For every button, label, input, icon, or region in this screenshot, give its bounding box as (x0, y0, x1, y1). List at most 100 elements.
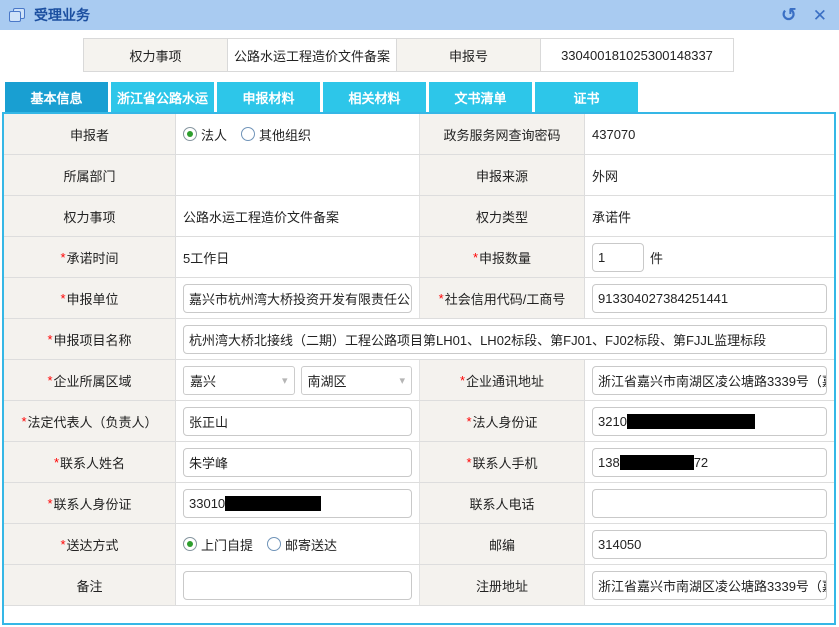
form-row: * 联系人姓名 朱学峰 * 联系人手机 138 72 (4, 442, 834, 483)
registered-address-input[interactable]: 浙江省嘉兴市南湖区凌公塘路3339号（嘉 (592, 570, 827, 600)
remark-input[interactable] (183, 570, 412, 600)
delivery-method-radio-option-0[interactable]: 上门自提 (183, 535, 253, 554)
contact-id-label-text: 联系人身份证 (53, 496, 132, 512)
query-password-value: 437070 (585, 114, 834, 154)
delivery-method-radio-option-1[interactable]: 邮寄送达 (267, 535, 337, 554)
window-title: 受理业务 (34, 7, 90, 23)
declarer-radio-label: 法人 (201, 127, 228, 143)
radio-unselected-icon[interactable] (241, 127, 256, 141)
radio-selected-icon[interactable] (183, 127, 197, 141)
legal-id-label-text: 法人身份证 (472, 414, 538, 430)
form-row: * 承诺时间 5工作日 * 申报数量 1 件 (4, 237, 834, 278)
power-item-header-label: 权力事项 (83, 38, 228, 72)
declare-source-text: 外网 (592, 168, 619, 184)
radio-selected-icon[interactable] (183, 537, 197, 551)
declare-source-value: 外网 (585, 155, 834, 195)
contact-name-label: * 联系人姓名 (4, 442, 176, 482)
declare-unit-input[interactable]: 嘉兴市杭州湾大桥投资开发有限责任公司 (183, 283, 412, 313)
legal-representative-input[interactable]: 张正山 (183, 406, 412, 436)
project-name-input-text: 杭州湾大桥北接线（二期）工程公路项目第LH01、LH02标段、第FJ01、FJ0… (189, 332, 767, 348)
department-value (176, 155, 419, 195)
power-item-value: 公路水运工程造价文件备案 (176, 196, 419, 236)
declare-unit-label: * 申报单位 (4, 278, 176, 318)
enterprise-address-input-text: 浙江省嘉兴市南湖区凌公塘路3339号（嘉 (598, 373, 827, 389)
enterprise-region-select-0[interactable]: 嘉兴 ▾ (183, 365, 295, 395)
declarer-radio-option-0[interactable]: 法人 (183, 125, 227, 144)
contact-name-value: 朱学峰 (176, 442, 419, 482)
declarer-radio-option-1[interactable]: 其他组织 (241, 125, 311, 144)
registered-address-label: 注册地址 (419, 565, 585, 605)
form-row: * 申报单位 嘉兴市杭州湾大桥投资开发有限责任公司 * 社会信用代码/工商号 913304… (4, 278, 834, 319)
contact-mobile-label-text: 联系人手机 (472, 455, 538, 471)
tab-相关材料[interactable]: 相关材料 (323, 82, 426, 112)
declare-unit-input-text: 嘉兴市杭州湾大桥投资开发有限责任公司 (189, 291, 412, 307)
department-label-text: 所属部门 (63, 168, 116, 184)
tab-证书[interactable]: 证书 (535, 82, 638, 112)
project-name-value: 杭州湾大桥北接线（二期）工程公路项目第LH01、LH02标段、第FJ01、FJ0… (176, 319, 834, 359)
tab-申报材料[interactable]: 申报材料 (217, 82, 320, 112)
required-asterisk: * (466, 454, 472, 470)
enterprise-region-select-value: 嘉兴 (190, 373, 217, 389)
declare-unit-label-text: 申报单位 (66, 291, 119, 307)
postcode-label-text: 邮编 (488, 537, 515, 553)
query-password-text: 437070 (592, 126, 636, 142)
enterprise-address-label: * 企业通讯地址 (419, 360, 585, 400)
contact-mobile-input[interactable]: 138 72 (592, 447, 827, 477)
redacted-text (619, 454, 694, 470)
contact-id-value: 33010 (176, 483, 419, 523)
enterprise-address-value: 浙江省嘉兴市南湖区凌公塘路3339号（嘉 (585, 360, 834, 400)
promise-time-text: 5工作日 (183, 250, 230, 266)
contact-id-input-text: 33010 (189, 495, 226, 511)
declare-count-label-text: 申报数量 (479, 250, 532, 266)
declare-no-header-value: 330400181025300148337 (540, 38, 734, 72)
required-asterisk: * (60, 290, 66, 306)
required-asterisk: * (21, 413, 27, 429)
enterprise-address-input[interactable]: 浙江省嘉兴市南湖区凌公塘路3339号（嘉 (592, 365, 827, 395)
contact-mobile-label: * 联系人手机 (419, 442, 585, 482)
promise-time-label: * 承诺时间 (4, 237, 176, 277)
tab-基本信息[interactable]: 基本信息 (5, 82, 108, 112)
declare-source-label-text: 申报来源 (475, 168, 528, 184)
power-type-label-text: 权力类型 (475, 209, 528, 225)
credit-code-input[interactable]: 913304027384251441 (592, 283, 827, 313)
power-type-text: 承诺件 (592, 209, 632, 225)
legal-id-input[interactable]: 3210 (592, 406, 827, 436)
header-row: 权力事项 公路水运工程造价文件备案 申报号 330400181025300148… (83, 38, 839, 72)
query-password-label-text: 政务服务网查询密码 (443, 127, 561, 143)
enterprise-region-select-1[interactable]: 南湖区 ▾ (300, 365, 412, 395)
required-asterisk: * (53, 454, 60, 470)
form-row: 备注 注册地址 浙江省嘉兴市南湖区凌公塘路3339号（嘉 (4, 565, 834, 606)
legal-representative-input-text: 张正山 (189, 414, 229, 430)
required-asterisk: * (47, 495, 53, 511)
contact-name-input[interactable]: 朱学峰 (183, 447, 412, 477)
refresh-icon[interactable]: ↺ (781, 6, 797, 25)
accept-business-window: 受理业务 ↺ ✕ 权力事项 公路水运工程造价文件备案 申报号 330400181… (0, 0, 839, 627)
form-row: * 申报项目名称 杭州湾大桥北接线（二期）工程公路项目第LH01、LH02标段、第F… (4, 319, 834, 360)
required-asterisk: * (459, 372, 466, 388)
declare-count-input[interactable]: 1 (592, 242, 644, 272)
form-row: * 联系人身份证 33010 联系人电话 (4, 483, 834, 524)
power-item-text: 公路水运工程造价文件备案 (183, 209, 340, 225)
tab-浙江省公路水运[interactable]: 浙江省公路水运 (111, 82, 214, 112)
declare-count-value: 1件 (585, 237, 834, 277)
postcode-input[interactable]: 314050 (592, 529, 827, 559)
form-row: 权力事项 公路水运工程造价文件备案 权力类型 承诺件 (4, 196, 834, 237)
project-name-input[interactable]: 杭州湾大桥北接线（二期）工程公路项目第LH01、LH02标段、第FJ01、FJ0… (183, 324, 827, 354)
chevron-down-icon: ▾ (281, 374, 288, 387)
contact-id-input[interactable]: 33010 (183, 488, 412, 518)
power-item-header-value: 公路水运工程造价文件备案 (227, 38, 397, 72)
postcode-value: 314050 (585, 524, 834, 564)
redacted-text (225, 495, 322, 511)
tab-文书清单[interactable]: 文书清单 (429, 82, 532, 112)
contact-phone-input[interactable] (592, 488, 827, 518)
credit-code-input-text: 913304027384251441 (598, 290, 729, 306)
contact-phone-label: 联系人电话 (419, 483, 585, 523)
declare-unit-value: 嘉兴市杭州湾大桥投资开发有限责任公司 (176, 278, 419, 318)
legal-id-input-text: 3210 (598, 413, 627, 429)
close-icon[interactable]: ✕ (813, 7, 827, 24)
declarer-label-text: 申报者 (69, 127, 109, 143)
radio-unselected-icon[interactable] (267, 537, 282, 551)
enterprise-region-label-text: 企业所属区域 (53, 373, 132, 389)
project-name-label: * 申报项目名称 (4, 319, 176, 359)
form-panel: 申报者 法人 其他组织 政务服务网查询密码 437070 所属部门 申报来源 外网 权力事项 公路… (2, 112, 836, 625)
